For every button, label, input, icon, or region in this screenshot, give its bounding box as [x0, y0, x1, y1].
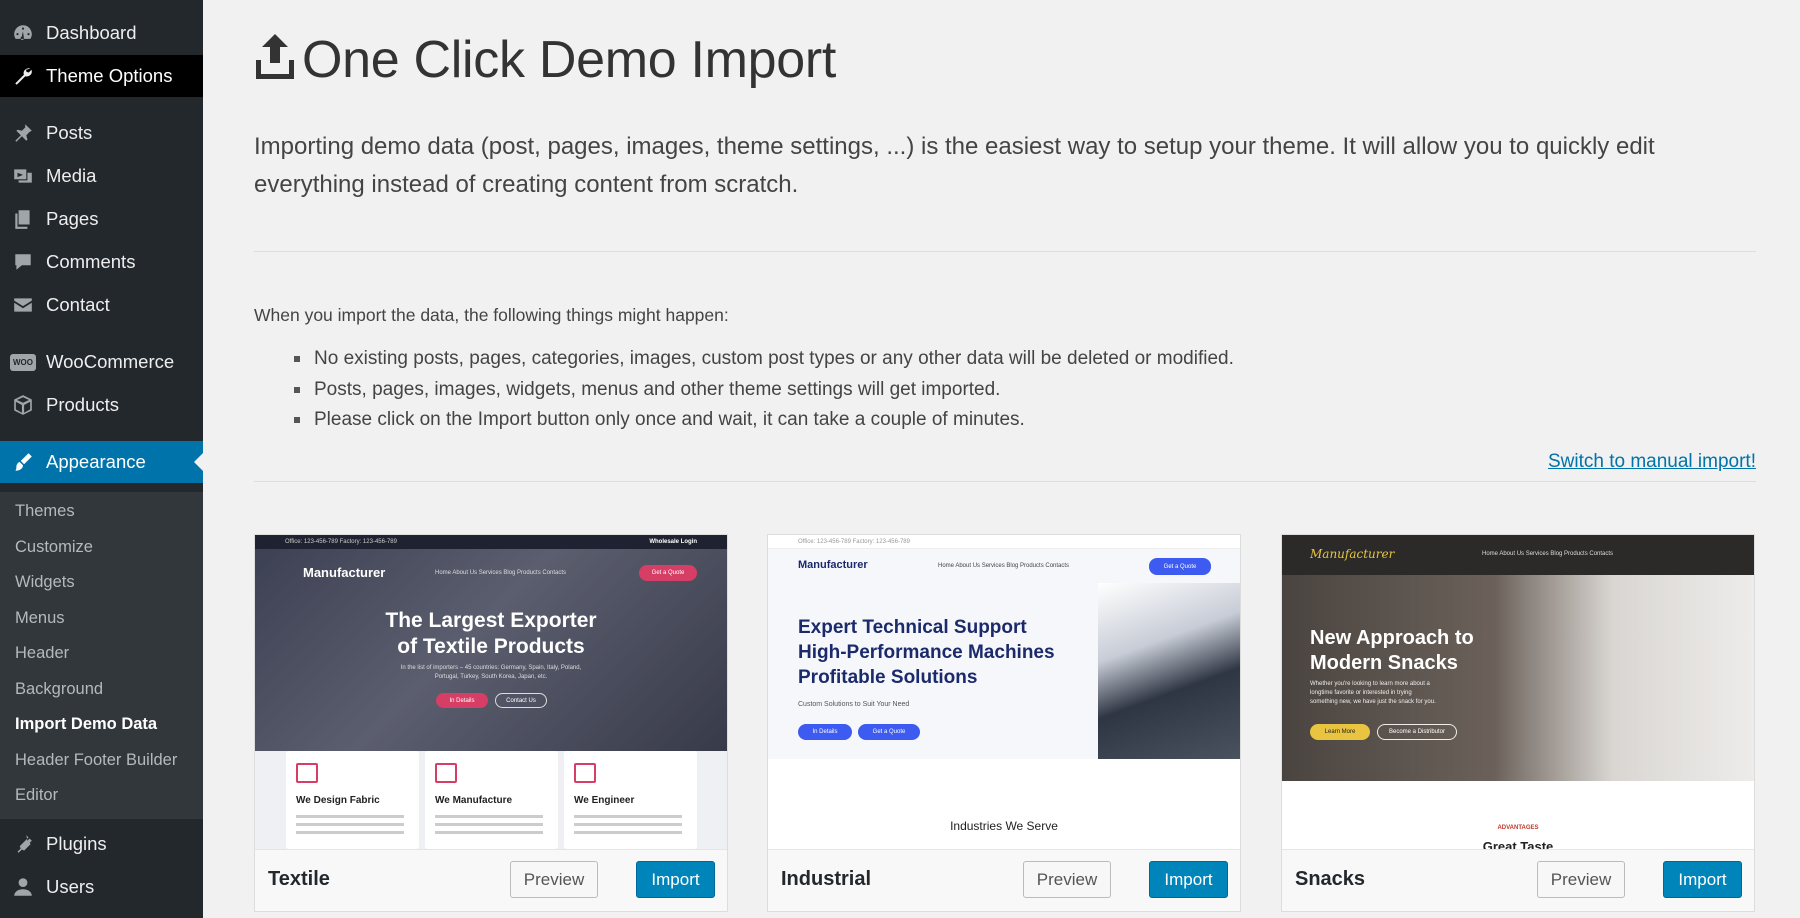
user-icon [0, 876, 46, 898]
sidebar-item-pages[interactable]: Pages [0, 198, 203, 240]
sidebar-item-label: Theme Options [46, 65, 173, 86]
demo-name: Textile [268, 868, 330, 890]
demo-name: Industrial [781, 868, 872, 890]
sidebar-item-plugins[interactable]: Plugins [0, 823, 203, 865]
comment-icon [0, 251, 46, 273]
media-icon [0, 165, 46, 187]
preview-button[interactable]: Preview [1537, 861, 1625, 898]
dashboard-icon [0, 22, 46, 44]
sidebar-item-posts[interactable]: Posts [0, 112, 203, 154]
sidebar-item-appearance[interactable]: Appearance [0, 441, 203, 483]
sidebar-item-label: Plugins [46, 833, 107, 854]
plug-icon [0, 833, 46, 855]
import-button[interactable]: Import [636, 861, 715, 898]
submenu-item-header[interactable]: Header [15, 644, 69, 663]
demo-preview-image[interactable]: Manufacturer Home About Us Services Blog… [1282, 535, 1754, 849]
sidebar-item-theme-options[interactable]: Theme Options [0, 55, 203, 97]
sidebar-item-label: Appearance [46, 451, 146, 472]
sidebar-item-products[interactable]: Products [0, 384, 203, 426]
demo-card-footer: Textile Preview Import [255, 849, 727, 911]
switch-manual-import-link[interactable]: Switch to manual import! [1548, 451, 1756, 473]
sidebar-item-users[interactable]: Users [0, 866, 203, 908]
sidebar-item-label: Products [46, 394, 120, 415]
demo-card-footer: Industrial Preview Import [768, 849, 1240, 911]
intro-text: Importing demo data (post, pages, images… [254, 133, 1655, 198]
notice-lead: When you import the data, the following … [254, 305, 729, 325]
sidebar-item-label: Users [46, 876, 95, 897]
preview-button[interactable]: Preview [510, 861, 598, 898]
import-button[interactable]: Import [1149, 861, 1228, 898]
wrench-icon [0, 65, 46, 87]
divider [254, 251, 1756, 252]
import-button[interactable]: Import [1663, 861, 1742, 898]
sidebar-item-label: Comments [46, 251, 136, 272]
sidebar-item-contact[interactable]: Contact [0, 284, 203, 326]
demo-card-snacks: Manufacturer Home About Us Services Blog… [1281, 534, 1755, 912]
demo-preview-image[interactable]: Office: 123-456-789 Factory: 123-456-789… [255, 535, 727, 849]
list-item: Please click on the Import button only o… [294, 407, 1234, 438]
woo-icon: WOO [0, 353, 46, 371]
page-title-text: One Click Demo Import [302, 31, 837, 89]
demo-card-industrial: Office: 123-456-789 Factory: 123-456-789… [767, 534, 1241, 912]
sidebar-item-label: WooCommerce [46, 351, 175, 372]
demo-card-textile: Office: 123-456-789 Factory: 123-456-789… [254, 534, 728, 912]
list-item: Posts, pages, images, widgets, menus and… [294, 377, 1234, 408]
admin-sidebar: Dashboard Theme Options Posts Media Page… [0, 0, 203, 918]
demo-name: Snacks [1295, 868, 1366, 890]
submenu-item-header-footer-builder[interactable]: Header Footer Builder [15, 751, 177, 770]
sidebar-item-label: Pages [46, 208, 99, 229]
preview-button[interactable]: Preview [1023, 861, 1111, 898]
submenu-item-import-demo-data[interactable]: Import Demo Data [15, 715, 157, 734]
sidebar-item-label: Posts [46, 122, 93, 143]
upload-icon [254, 33, 296, 87]
submenu-item-widgets[interactable]: Widgets [15, 573, 75, 592]
submenu-item-background[interactable]: Background [15, 680, 103, 699]
appearance-submenu: Themes Customize Widgets Menus Header Ba… [0, 492, 203, 819]
submenu-item-themes[interactable]: Themes [15, 502, 75, 521]
sidebar-item-dashboard[interactable]: Dashboard [0, 12, 203, 54]
submenu-item-menus[interactable]: Menus [15, 609, 65, 628]
sidebar-item-woocommerce[interactable]: WOO WooCommerce [0, 341, 203, 383]
page-title: One Click Demo Import [254, 30, 836, 90]
divider [254, 481, 1756, 482]
sidebar-item-media[interactable]: Media [0, 155, 203, 197]
sidebar-item-label: Media [46, 165, 97, 186]
sidebar-item-label: Contact [46, 294, 110, 315]
box-icon [0, 394, 46, 416]
notice-list: No existing posts, pages, categories, im… [294, 346, 1234, 438]
submenu-item-editor[interactable]: Editor [15, 786, 58, 805]
submenu-item-customize[interactable]: Customize [15, 538, 93, 557]
brush-icon [0, 451, 46, 473]
sidebar-item-label: Dashboard [46, 22, 137, 43]
list-item: No existing posts, pages, categories, im… [294, 346, 1234, 377]
envelope-icon [0, 294, 46, 316]
demo-card-footer: Snacks Preview Import [1282, 849, 1754, 911]
sidebar-item-comments[interactable]: Comments [0, 241, 203, 283]
demo-preview-image[interactable]: Office: 123-456-789 Factory: 123-456-789… [768, 535, 1240, 849]
pages-icon [0, 208, 46, 230]
pin-icon [0, 122, 46, 144]
